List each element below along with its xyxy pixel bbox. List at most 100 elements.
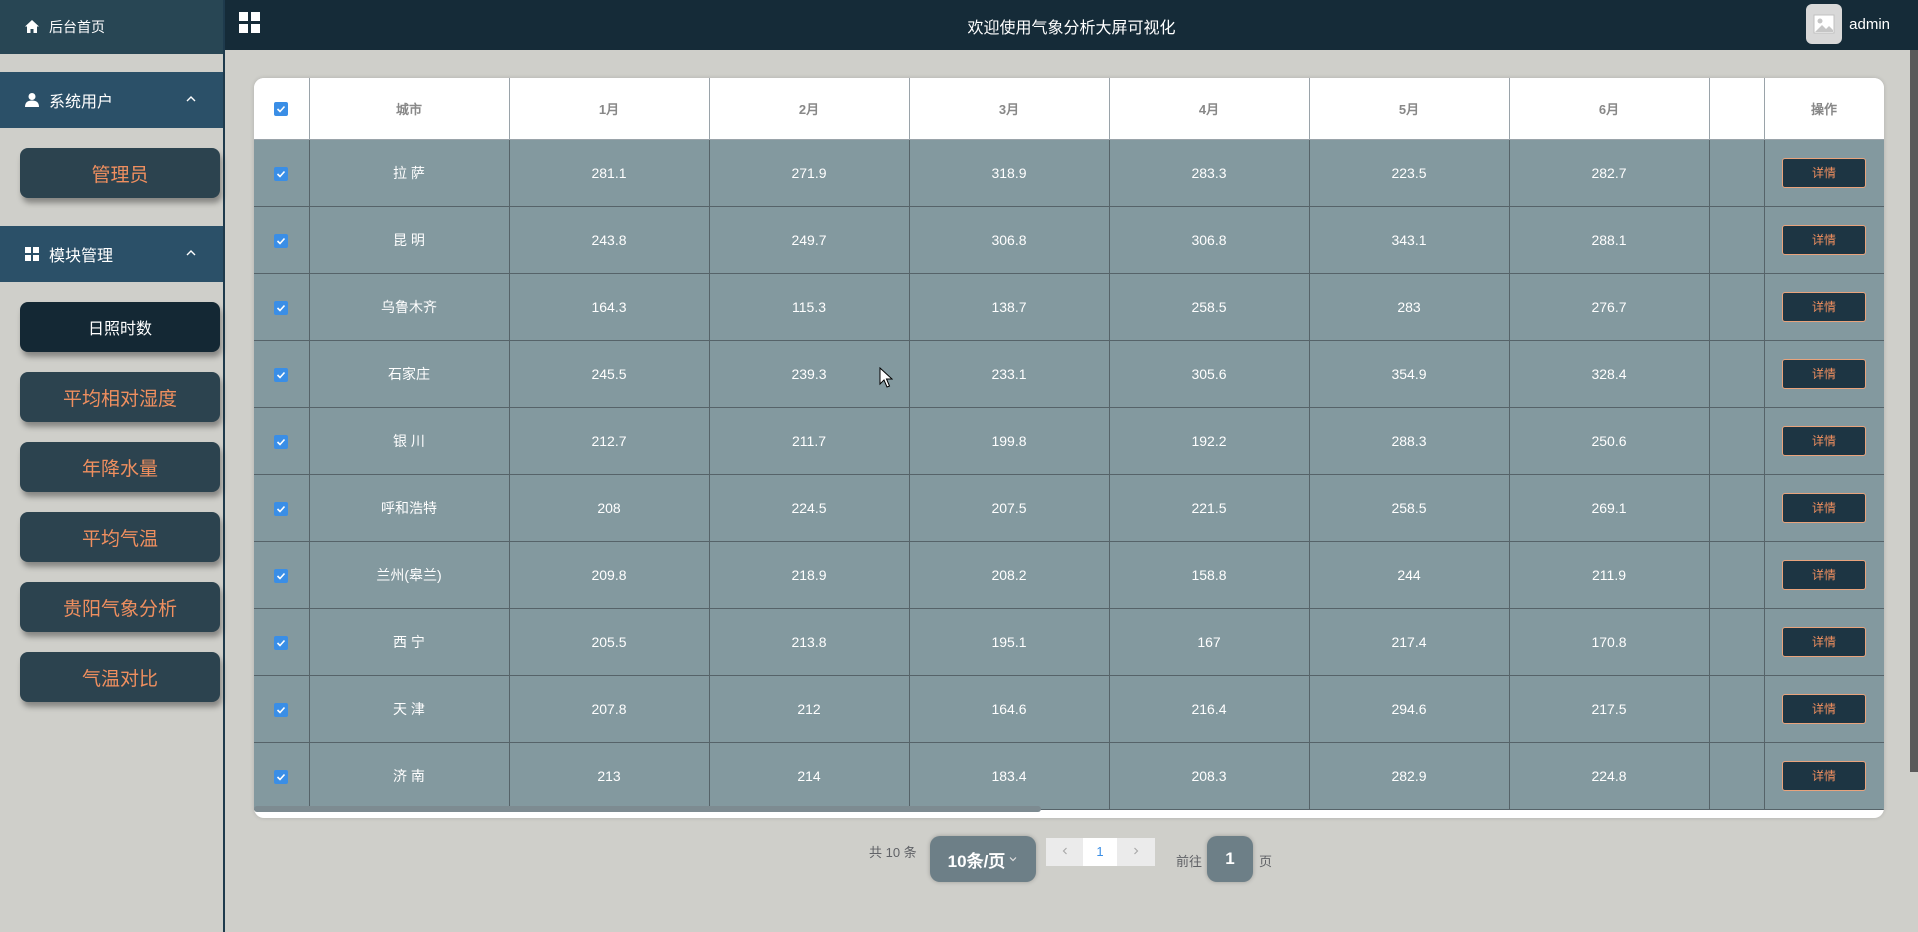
sidebar-home-link[interactable]: 后台首页 xyxy=(0,0,223,54)
sidebar-item-sunshine-hours[interactable]: 日照时数 xyxy=(20,302,220,352)
chevron-up-icon xyxy=(186,250,196,256)
sidebar-group-items: 管理员 xyxy=(0,128,223,226)
prev-page-button[interactable] xyxy=(1046,838,1084,866)
table-row[interactable]: 银 川 212.7 211.7 199.8 192.2 288.3 250.6 详情 xyxy=(254,407,1884,475)
row-select-cell[interactable] xyxy=(254,608,310,676)
action-cell: 详情 xyxy=(1764,608,1884,676)
row-checkbox[interactable] xyxy=(274,300,289,315)
goto-suffix: 页 xyxy=(1259,854,1273,869)
table-row[interactable]: 西 宁 205.5 213.8 195.1 167 217.4 170.8 详情 xyxy=(254,608,1884,676)
row-checkbox[interactable] xyxy=(274,702,289,717)
row-checkbox[interactable] xyxy=(274,568,289,583)
table-row[interactable]: 乌鲁木齐 164.3 115.3 138.7 258.5 283 276.7 详情 xyxy=(254,273,1884,341)
row-select-cell[interactable] xyxy=(254,742,310,810)
sidebar-item-admin[interactable]: 管理员 xyxy=(20,148,220,198)
select-all-cell[interactable] xyxy=(254,78,310,140)
row-select-cell[interactable] xyxy=(254,407,310,475)
city-cell: 西 宁 xyxy=(309,608,510,676)
user-name[interactable]: admin xyxy=(1849,16,1890,33)
detail-button[interactable]: 详情 xyxy=(1782,224,1866,255)
sidebar-item-guiyang-analysis[interactable]: 贵阳气象分析 xyxy=(20,582,220,632)
value-cell: 115.3 xyxy=(709,273,910,341)
table-row[interactable]: 拉 萨 281.1 271.9 318.9 283.3 223.5 282.7 详情 xyxy=(254,139,1884,207)
value-cell: 158.8 xyxy=(1109,541,1310,609)
column-header[interactable]: 5月 xyxy=(1309,78,1510,140)
vertical-scrollbar[interactable] xyxy=(1910,50,1918,772)
row-select-cell[interactable] xyxy=(254,474,310,542)
table-row[interactable]: 兰州(皋兰) 209.8 218.9 208.2 158.8 244 211.9 详情 xyxy=(254,541,1884,609)
detail-button[interactable]: 详情 xyxy=(1782,492,1866,523)
value-cell: 305.6 xyxy=(1109,340,1310,408)
action-cell: 详情 xyxy=(1764,407,1884,475)
chevron-left-icon xyxy=(1062,847,1067,855)
value-cell: 258.5 xyxy=(1309,474,1510,542)
row-select-cell[interactable] xyxy=(254,206,310,274)
row-checkbox[interactable] xyxy=(274,166,289,181)
row-select-cell[interactable] xyxy=(254,139,310,207)
column-header[interactable]: 3月 xyxy=(909,78,1110,140)
column-header[interactable]: 2月 xyxy=(709,78,910,140)
column-header[interactable]: 城市 xyxy=(309,78,510,140)
data-table-card: 城市 1月 2月 3月 4月 5月 6月 操作 拉 萨 281.1 271.9 318… xyxy=(254,78,1884,818)
detail-button[interactable]: 详情 xyxy=(1782,559,1866,590)
avatar[interactable] xyxy=(1806,4,1842,44)
page-number-button[interactable]: 1 xyxy=(1083,838,1117,866)
pagination-total: 共 10 条 xyxy=(869,845,917,860)
detail-button[interactable]: 详情 xyxy=(1782,291,1866,322)
overflow-cell xyxy=(1709,675,1765,743)
row-checkbox[interactable] xyxy=(274,233,289,248)
sidebar-group-system-users[interactable]: 系统用户 xyxy=(0,72,223,128)
value-cell: 233.1 xyxy=(909,340,1110,408)
table-row[interactable]: 呼和浩特 208 224.5 207.5 221.5 258.5 269.1 详情 xyxy=(254,474,1884,542)
city-cell: 银 川 xyxy=(309,407,510,475)
value-cell: 354.9 xyxy=(1309,340,1510,408)
row-checkbox[interactable] xyxy=(274,635,289,650)
sidebar-group-module-management[interactable]: 模块管理 xyxy=(0,226,223,282)
row-checkbox[interactable] xyxy=(274,769,289,784)
row-checkbox[interactable] xyxy=(274,367,289,382)
table-row[interactable]: 济 南 213 214 183.4 208.3 282.9 224.8 详情 xyxy=(254,742,1884,810)
detail-button[interactable]: 详情 xyxy=(1782,358,1866,389)
row-select-cell[interactable] xyxy=(254,675,310,743)
column-header[interactable]: 1月 xyxy=(509,78,710,140)
row-checkbox[interactable] xyxy=(274,501,289,516)
value-cell: 223.5 xyxy=(1309,139,1510,207)
value-cell: 208.2 xyxy=(909,541,1110,609)
city-cell: 昆 明 xyxy=(309,206,510,274)
table-row[interactable]: 昆 明 243.8 249.7 306.8 306.8 343.1 288.1 详情 xyxy=(254,206,1884,274)
page-size-select[interactable]: 10条/页 xyxy=(930,836,1036,882)
detail-button[interactable]: 详情 xyxy=(1782,157,1866,188)
row-checkbox[interactable] xyxy=(274,434,289,449)
check-icon xyxy=(277,572,286,580)
overflow-cell xyxy=(1709,742,1765,810)
row-select-cell[interactable] xyxy=(254,340,310,408)
sidebar-item-temp-compare[interactable]: 气温对比 xyxy=(20,652,220,702)
overflow-cell xyxy=(1709,474,1765,542)
sidebar-item-precipitation[interactable]: 年降水量 xyxy=(20,442,220,492)
check-icon xyxy=(277,170,286,178)
next-page-button[interactable] xyxy=(1117,838,1155,866)
horizontal-scrollbar[interactable] xyxy=(254,806,1041,812)
detail-button[interactable]: 详情 xyxy=(1782,425,1866,456)
table-row[interactable]: 石家庄 245.5 239.3 233.1 305.6 354.9 328.4 详情 xyxy=(254,340,1884,408)
value-cell: 205.5 xyxy=(509,608,710,676)
row-select-cell[interactable] xyxy=(254,273,310,341)
goto-page-input[interactable]: 1 xyxy=(1207,836,1253,882)
sidebar-item-humidity[interactable]: 平均相对湿度 xyxy=(20,372,220,422)
overflow-cell xyxy=(1709,206,1765,274)
column-header[interactable]: 4月 xyxy=(1109,78,1310,140)
action-cell: 详情 xyxy=(1764,206,1884,274)
table-row[interactable]: 天 津 207.8 212 164.6 216.4 294.6 217.5 详情 xyxy=(254,675,1884,743)
city-cell: 乌鲁木齐 xyxy=(309,273,510,341)
detail-button[interactable]: 详情 xyxy=(1782,626,1866,657)
column-header[interactable]: 6月 xyxy=(1509,78,1710,140)
detail-button[interactable]: 详情 xyxy=(1782,760,1866,791)
select-all-checkbox[interactable] xyxy=(274,102,289,117)
detail-button[interactable]: 详情 xyxy=(1782,693,1866,724)
value-cell: 164.3 xyxy=(509,273,710,341)
value-cell: 212 xyxy=(709,675,910,743)
value-cell: 244 xyxy=(1309,541,1510,609)
row-select-cell[interactable] xyxy=(254,541,310,609)
sidebar-item-avg-temp[interactable]: 平均气温 xyxy=(20,512,220,562)
goto-label: 前往 xyxy=(1176,854,1203,869)
